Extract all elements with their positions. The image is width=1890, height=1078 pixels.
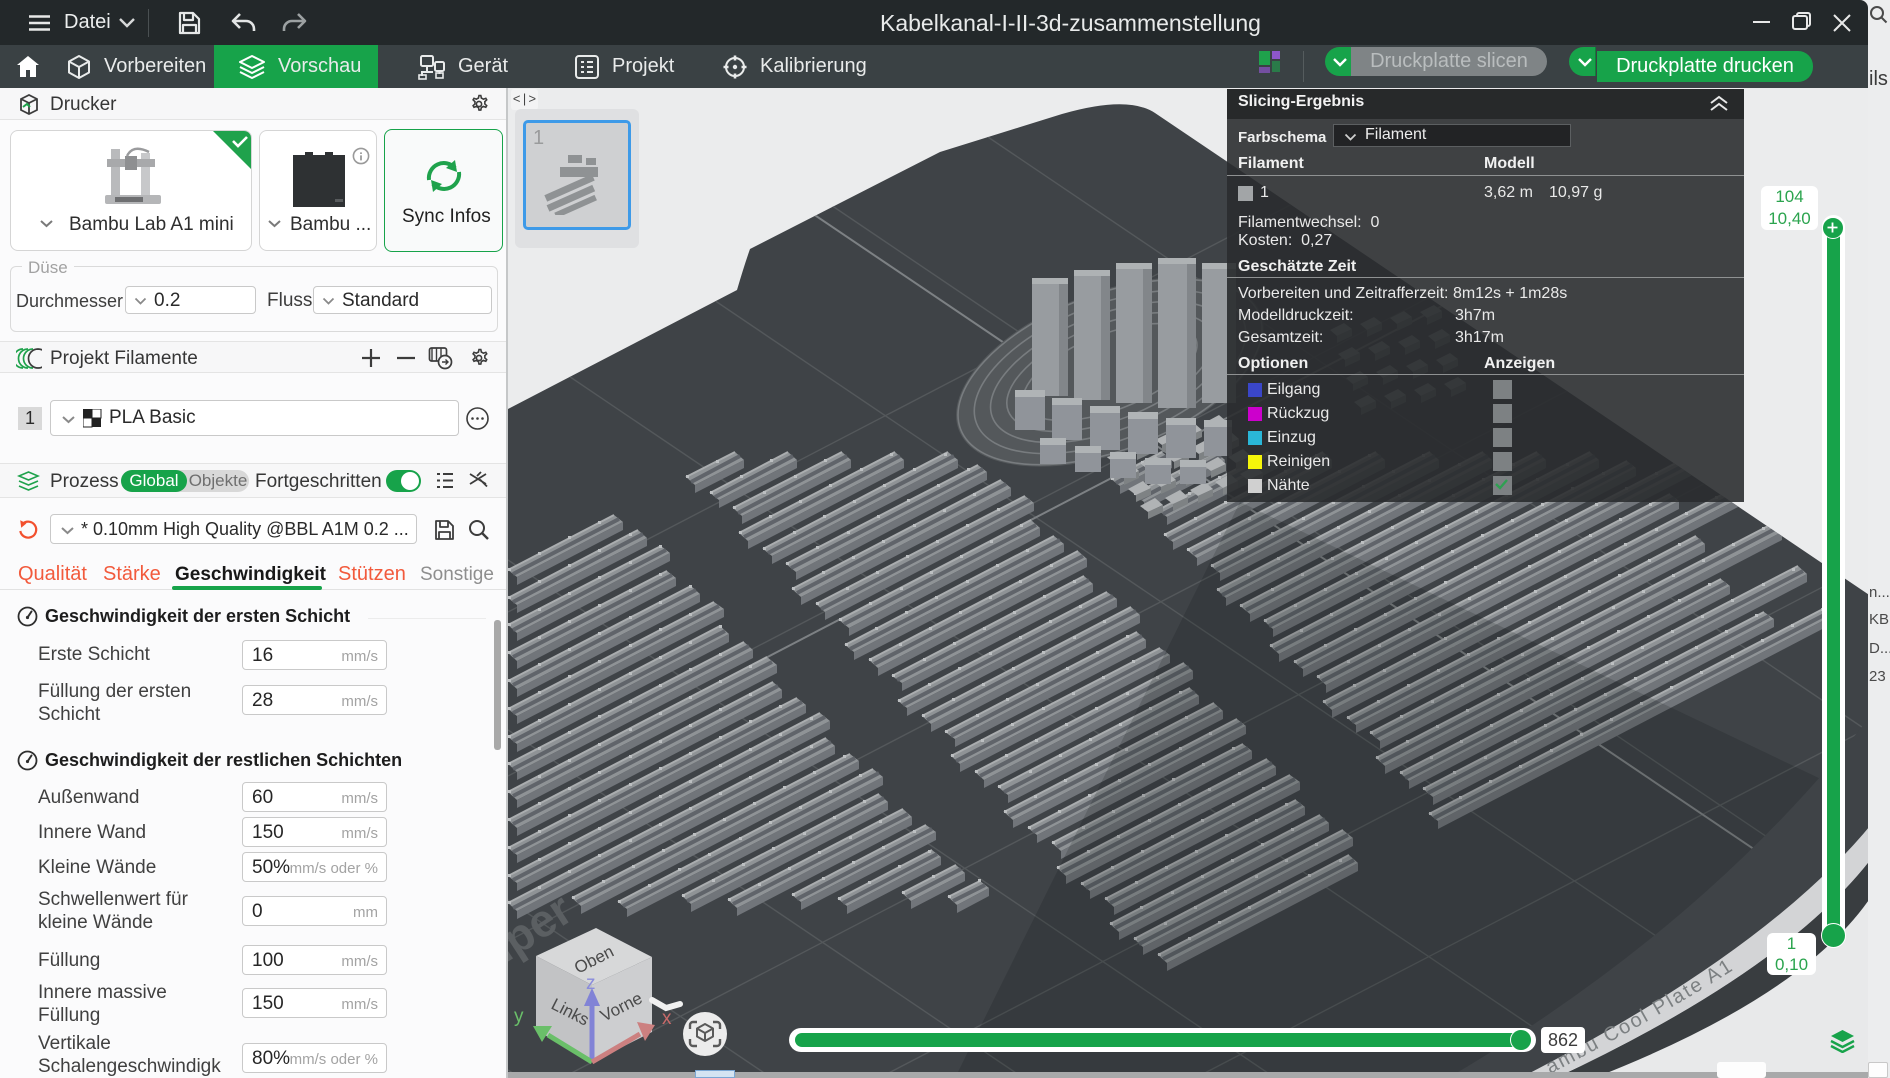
svg-text:z: z [586, 973, 596, 994]
svg-text:y: y [514, 1006, 524, 1027]
svg-text:x: x [662, 1008, 672, 1029]
